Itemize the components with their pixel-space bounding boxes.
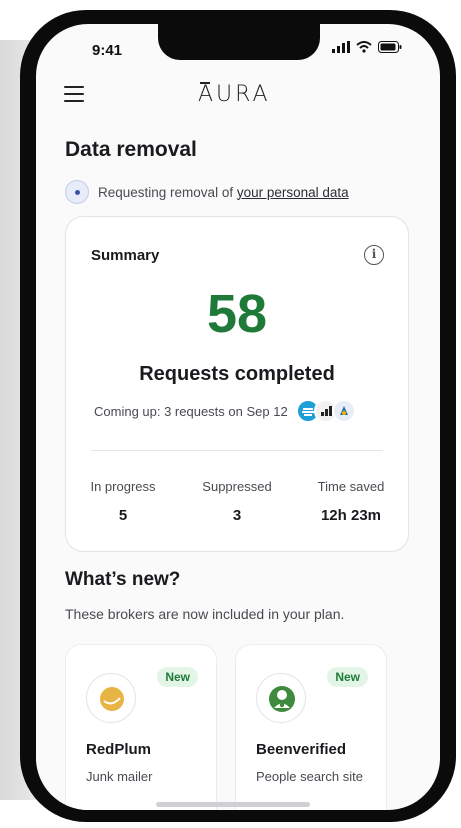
coming-up-text: Coming up: 3 requests on Sep 12 <box>94 403 288 419</box>
info-icon[interactable]: i <box>364 245 384 265</box>
broker-name: RedPlum <box>86 741 152 758</box>
status-text: Requesting removal of <box>98 184 237 200</box>
signal-icon <box>332 41 350 53</box>
aura-logo: AURA <box>198 82 271 107</box>
broker-card-redplum[interactable]: New RedPlum Junk mailer <box>65 644 217 810</box>
stat-label: Time saved <box>317 479 385 494</box>
hamburger-menu-icon[interactable] <box>64 86 86 104</box>
personal-data-link[interactable]: your personal data <box>237 185 349 200</box>
broker-name: Beenverified <box>256 741 347 758</box>
stat-suppressed: Suppressed 3 <box>180 479 294 524</box>
coming-up-row: Coming up: 3 requests on Sep 12 <box>94 399 356 423</box>
removal-status-row: Requesting removal of your personal data <box>65 180 349 204</box>
status-dot-icon <box>65 180 89 204</box>
wifi-icon <box>356 41 372 53</box>
page-title: Data removal <box>65 138 197 161</box>
whats-new-subtitle: These brokers are now included in your p… <box>65 606 345 622</box>
stat-in-progress: In progress 5 <box>66 479 180 524</box>
beenverified-logo-icon <box>256 673 306 723</box>
requests-label: Requests completed <box>139 363 335 385</box>
home-indicator[interactable] <box>156 802 310 807</box>
app-screen: 9:41 AURA Data removal Requesting remova… <box>36 24 440 810</box>
summary-card: Summary i 58 Requests completed Coming u… <box>65 216 409 552</box>
status-icons <box>332 41 402 53</box>
stat-value: 5 <box>118 507 128 524</box>
stat-label: Suppressed <box>202 479 272 494</box>
new-badge: New <box>327 667 368 687</box>
broker-card-beenverified[interactable]: New Beenverified People search site <box>235 644 387 810</box>
stat-value: 3 <box>232 507 242 524</box>
device-notch <box>158 24 320 60</box>
upcoming-broker-icons <box>295 399 356 423</box>
broker-type: Junk mailer <box>86 769 153 784</box>
top-bar: AURA <box>36 78 440 114</box>
stat-value: 12h 23m <box>320 507 382 524</box>
redplum-logo-icon <box>86 673 136 723</box>
requests-count: 58 <box>206 284 268 344</box>
summary-divider <box>91 450 383 451</box>
summary-label: Summary <box>91 247 160 264</box>
logo-text: AURA <box>198 82 271 107</box>
broker-logo-icon <box>331 399 356 423</box>
stat-label: In progress <box>90 479 156 494</box>
whats-new-title: What’s new? <box>65 569 181 590</box>
stat-time-saved: Time saved 12h 23m <box>294 479 408 524</box>
summary-stats: In progress 5 Suppressed 3 Time saved 12… <box>66 479 408 524</box>
status-time: 9:41 <box>92 42 123 59</box>
battery-icon <box>378 41 402 53</box>
new-badge: New <box>157 667 198 687</box>
broker-type: People search site <box>256 769 363 784</box>
